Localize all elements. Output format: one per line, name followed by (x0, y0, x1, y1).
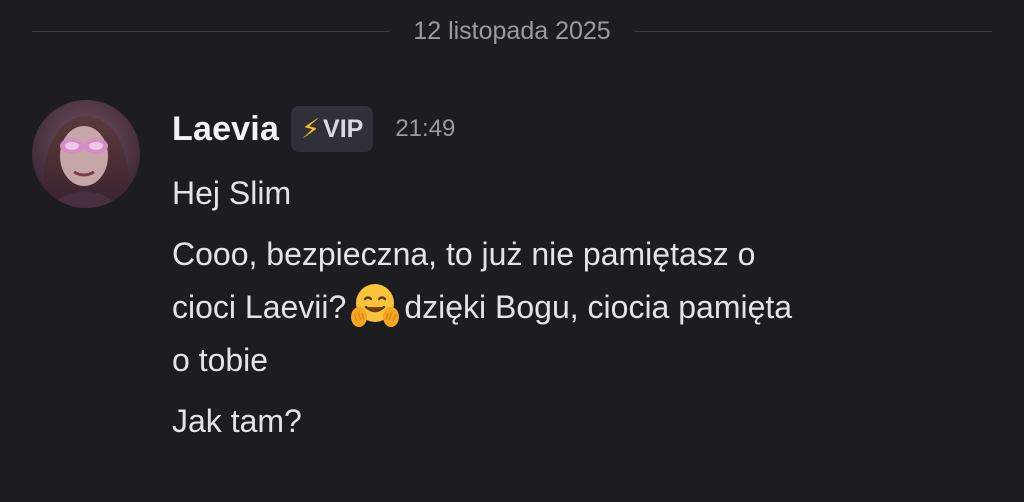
date-divider-text: 12 listopada 2025 (413, 16, 611, 45)
message-text: Cooo, bezpieczna, to już nie pamiętasz o… (172, 228, 992, 387)
vip-badge[interactable]: ⚡ VIP (291, 106, 374, 152)
message-group: Hej Slim Cooo, bezpieczna, to już nie pa… (172, 167, 992, 456)
message-timestamp[interactable]: 21:49 (395, 115, 455, 143)
hugging-face-icon (351, 283, 400, 327)
lightning-bolt-icon: ⚡ (301, 113, 321, 144)
message-header: Laevia ⚡ VIP 21:49 (172, 104, 455, 154)
badge-label: VIP (323, 114, 364, 143)
message-text: Hej Slim (172, 175, 292, 211)
divider-line-right (634, 30, 993, 32)
date-divider: 12 listopada 2025 (32, 14, 993, 48)
message-text: Jak tam? (172, 403, 302, 439)
author-name[interactable]: Laevia (172, 110, 279, 149)
user-avatar[interactable] (32, 100, 140, 208)
divider-line-left (32, 30, 390, 32)
